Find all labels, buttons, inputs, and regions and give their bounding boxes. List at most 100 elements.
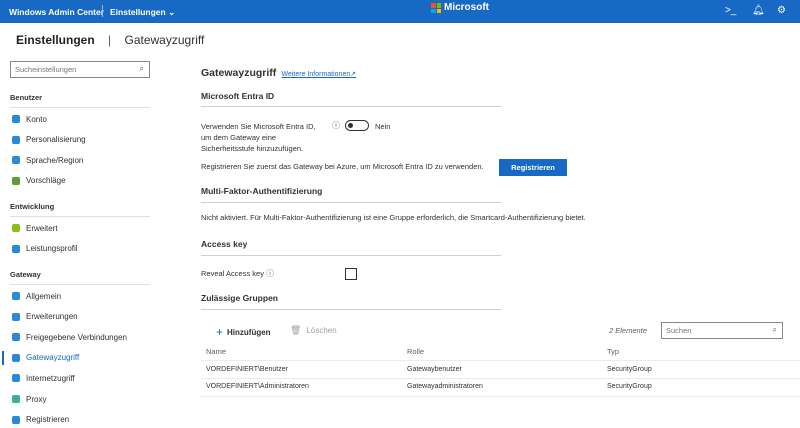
gear-icon[interactable]: ⚙: [777, 5, 786, 16]
info-icon[interactable]: ⓘ: [266, 268, 274, 279]
breadcrumb-separator: |: [108, 33, 112, 47]
sidebar-item-label: Proxy: [26, 394, 47, 404]
info-icon[interactable]: ⓘ: [332, 120, 340, 131]
breadcrumb: Einstellungen | Gatewayzugriff: [16, 33, 204, 47]
sidebar-item-label: Allgemein: [26, 291, 62, 301]
sidebar-item-label: Erweiterungen: [26, 312, 78, 322]
gear-icon: [12, 292, 20, 300]
divider: [201, 309, 501, 310]
sidebar-item-vorschl-ge[interactable]: Vorschläge: [12, 173, 66, 189]
sidebar-item-registrieren[interactable]: Registrieren: [12, 412, 69, 428]
sidebar-section-heading: Benutzer: [10, 93, 43, 102]
toggle-state: Nein: [375, 122, 391, 131]
bell-icon[interactable]: 🔔︎: [752, 5, 765, 16]
person-icon: [12, 115, 20, 123]
sidebar-item-label: Vorschläge: [26, 176, 66, 186]
brand: Microsoft: [444, 2, 489, 13]
globe-icon: [12, 374, 20, 383]
label-line: um dem Gateway eine: [201, 133, 277, 142]
label-line: Verwenden Sie Microsoft Entra ID,: [201, 122, 316, 131]
sidebar-item-allgemein[interactable]: Allgemein: [12, 288, 61, 304]
globe-gear-icon: [12, 156, 20, 165]
sidebar-search[interactable]: ⌕: [10, 61, 150, 78]
chart-icon: [12, 244, 20, 253]
reveal-access-key-label: Reveal Access key: [201, 269, 264, 278]
divider: [10, 107, 150, 108]
access-key-heading: Access key: [201, 239, 248, 249]
sidebar-item-erweitert[interactable]: Erweitert: [12, 220, 58, 236]
toggle-knob: [348, 123, 353, 128]
label-line: Sicherheitsstufe hinzuzufügen.: [201, 144, 304, 153]
sidebar-item-personalisierung[interactable]: Personalisierung: [12, 132, 86, 148]
proxy-icon: [12, 395, 20, 403]
sidebar-item-label: Personalisierung: [26, 135, 86, 145]
main-heading: Gatewayzugriff Weitere Informationen↗: [201, 67, 356, 79]
cell-type: SecurityGroup: [607, 366, 652, 373]
trash-icon: 🗑︎: [290, 325, 302, 335]
breadcrumb-current: Gatewayzugriff: [124, 33, 205, 47]
sidebar-item-leistungsprofil[interactable]: Leistungsprofil: [12, 241, 78, 257]
sidebar-item-label: Sprache/Region: [26, 155, 84, 165]
column-header-role[interactable]: Rolle: [407, 347, 424, 356]
cloud-icon: [12, 415, 20, 424]
groups-search[interactable]: ⌕: [661, 322, 783, 339]
sidebar-item-label: Konto: [26, 114, 47, 124]
register-text: Registrieren Sie zuerst das Gateway bei …: [201, 162, 484, 171]
column-header-type[interactable]: Typ: [607, 347, 619, 356]
sidebar-item-gatewayzugriff[interactable]: Gatewayzugriff: [12, 350, 79, 366]
advanced-icon: [12, 224, 20, 232]
extension-icon: [12, 312, 20, 321]
top-bar: Windows Admin Center Einstellungen ⌄ Mic…: [0, 0, 800, 23]
add-label: Hinzufügen: [227, 327, 271, 337]
entra-toggle[interactable]: [345, 120, 369, 131]
context-label: Einstellungen: [110, 7, 166, 17]
sidebar-search-input[interactable]: [11, 62, 126, 77]
register-button[interactable]: Registrieren: [499, 159, 567, 176]
terminal-icon[interactable]: >_: [725, 5, 736, 16]
page-title: Gatewayzugriff: [201, 67, 277, 79]
context-menu[interactable]: Einstellungen ⌄: [110, 7, 175, 18]
delete-label: Löschen: [306, 326, 337, 335]
microsoft-logo-icon: [431, 3, 441, 13]
breadcrumb-root[interactable]: Einstellungen: [16, 33, 95, 47]
sidebar-item-konto[interactable]: Konto: [12, 111, 47, 127]
divider: [201, 106, 501, 107]
chevron-down-icon: ⌄: [168, 7, 176, 17]
selected-indicator: [2, 350, 4, 365]
sidebar-item-label: Internetzugriff: [26, 373, 75, 383]
delete-button[interactable]: 🗑︎ Löschen: [290, 325, 337, 336]
sidebar-item-label: Erweitert: [26, 223, 58, 233]
plus-icon: +: [216, 325, 224, 339]
column-header-name[interactable]: Name: [206, 347, 226, 356]
more-info-label: Weitere Informationen: [281, 71, 351, 78]
sidebar-item-label: Registrieren: [26, 415, 70, 425]
app-name[interactable]: Windows Admin Center: [9, 7, 104, 17]
item-count: 2 Elemente: [609, 326, 647, 335]
entra-toggle-label: Verwenden Sie Microsoft Entra ID, um dem…: [201, 121, 316, 154]
groups-search-input[interactable]: [662, 323, 762, 338]
entra-heading: Microsoft Entra ID: [201, 91, 275, 101]
row-divider: [201, 396, 800, 397]
add-button[interactable]: + Hinzufügen: [216, 325, 271, 339]
more-info-link[interactable]: Weitere Informationen↗: [282, 71, 357, 78]
sidebar-item-freigegebene-verbindungen[interactable]: Freigegebene Verbindungen: [12, 329, 127, 345]
sidebar-item-label: Gatewayzugriff: [26, 353, 80, 363]
divider: [10, 284, 150, 285]
cell-type: SecurityGroup: [607, 383, 652, 390]
sidebar-section-heading: Entwicklung: [10, 202, 55, 211]
cell-role: Gatewaybenutzer: [407, 366, 462, 373]
sidebar-item-sprache-region[interactable]: Sprache/Region: [12, 152, 83, 168]
groups-heading: Zulässige Gruppen: [201, 293, 278, 303]
sidebar-item-label: Freigegebene Verbindungen: [26, 332, 127, 342]
sidebar-item-internetzugriff[interactable]: Internetzugriff: [12, 370, 75, 386]
sidebar-item-proxy[interactable]: Proxy: [12, 391, 46, 407]
sidebar-item-label: Leistungsprofil: [26, 244, 78, 254]
divider: [201, 255, 501, 256]
shared-connections-icon: [12, 333, 20, 342]
sidebar-item-erweiterungen[interactable]: Erweiterungen: [12, 309, 78, 325]
row-divider: [201, 360, 800, 361]
reveal-access-key-checkbox[interactable]: [345, 268, 357, 280]
external-link-icon: ↗: [350, 71, 357, 78]
sidebar-section-heading: Gateway: [10, 270, 41, 279]
cell-name: VORDEFINIERT\Benutzer: [206, 366, 288, 373]
